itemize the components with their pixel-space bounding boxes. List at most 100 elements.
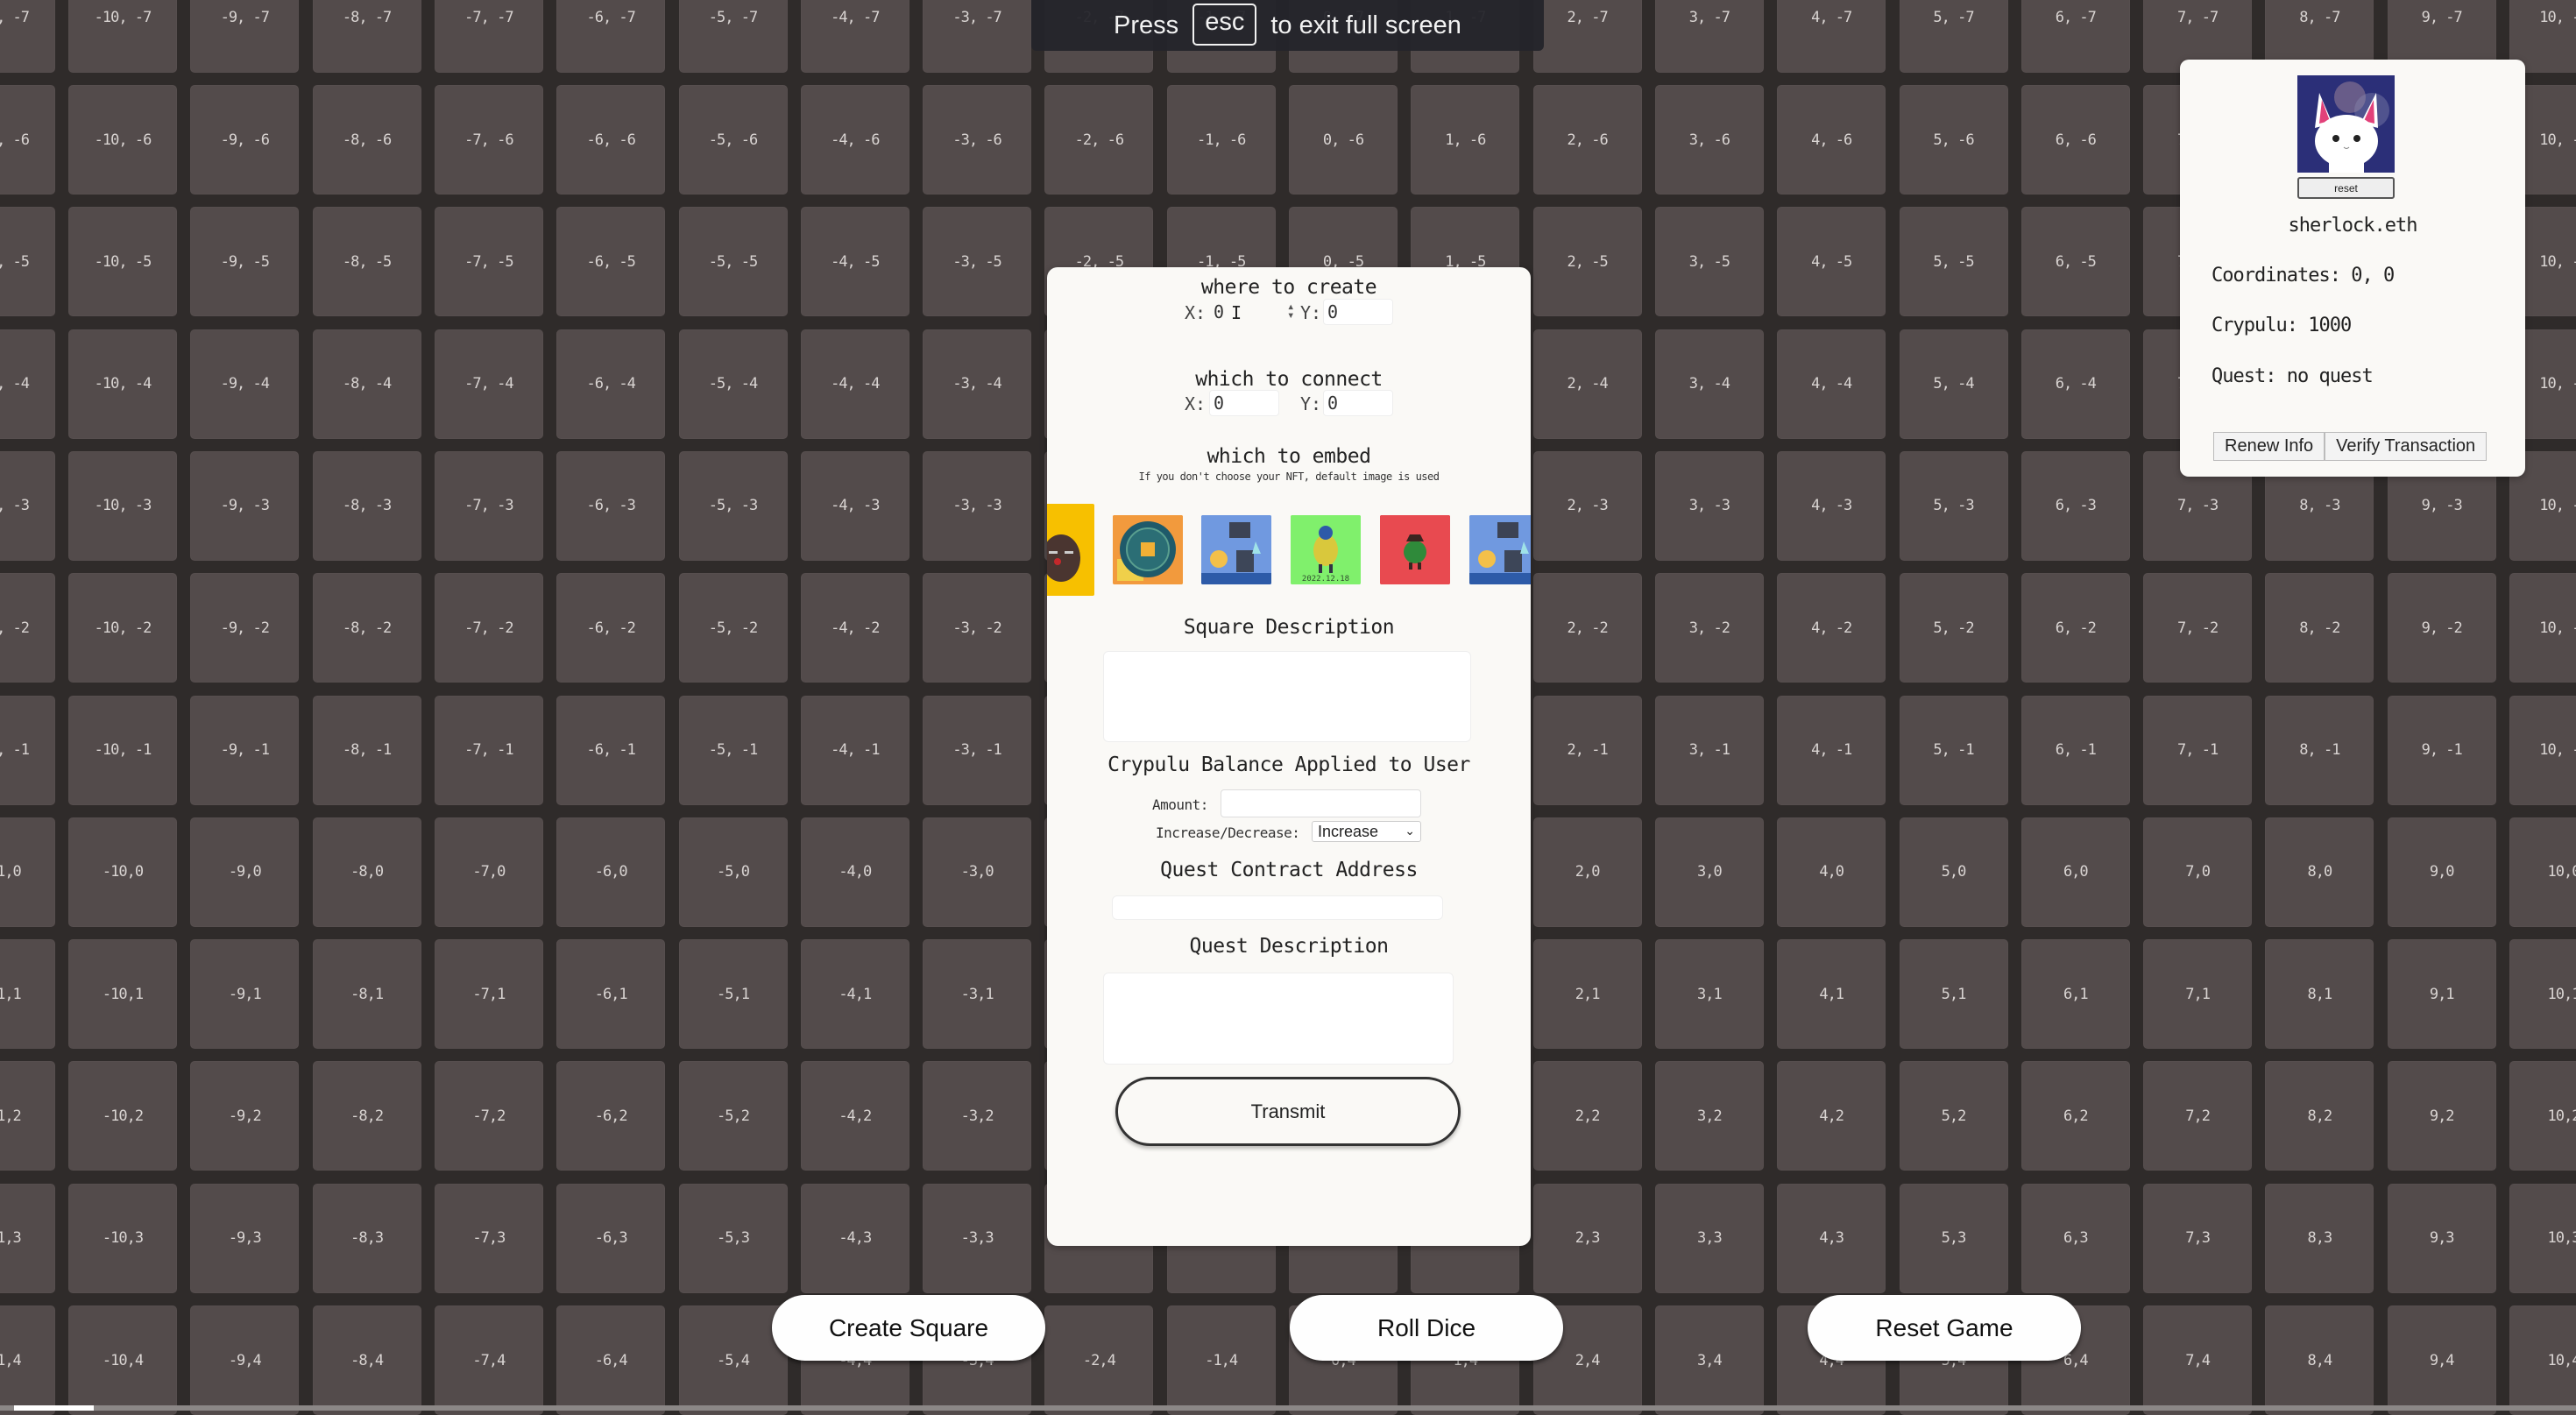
renew-info-button[interactable]: Renew Info	[2213, 432, 2325, 461]
board-tile[interactable]: 8,0	[2265, 817, 2374, 927]
board-tile[interactable]: 9,3	[2387, 1183, 2496, 1293]
board-tile[interactable]: -4, -2	[800, 573, 909, 683]
board-tile[interactable]: 9,4	[2387, 1305, 2496, 1415]
board-tile[interactable]: -11, -4	[0, 329, 55, 439]
board-tile[interactable]: 2, -1	[1532, 695, 1642, 805]
board-tile[interactable]: -4, -7	[800, 0, 909, 73]
board-tile[interactable]: 2,3	[1532, 1183, 1642, 1293]
board-tile[interactable]: -5,3	[678, 1183, 788, 1293]
board-tile[interactable]: -9, -4	[190, 329, 300, 439]
board-tile[interactable]: -8, -6	[312, 85, 421, 195]
board-tile[interactable]: 4, -4	[1777, 329, 1886, 439]
board-tile[interactable]: -5,0	[678, 817, 788, 927]
board-tile[interactable]: 3,2	[1654, 1061, 1764, 1171]
board-tile[interactable]: 6,3	[2020, 1183, 2130, 1293]
board-tile[interactable]: -3, -5	[923, 207, 1032, 317]
board-tile[interactable]: -8, -2	[312, 573, 421, 683]
board-tile[interactable]: -9, -3	[190, 450, 300, 561]
nft-option-coin[interactable]	[1113, 515, 1183, 584]
board-tile[interactable]: 5,3	[1899, 1183, 2008, 1293]
board-tile[interactable]: -4,3	[800, 1183, 909, 1293]
board-tile[interactable]: -7, -6	[434, 85, 543, 195]
board-tile[interactable]: -11, -2	[0, 573, 55, 683]
roll-dice-button[interactable]: Roll Dice	[1290, 1295, 1563, 1361]
increase-decrease-select[interactable]: Increase ⌄	[1312, 821, 1421, 842]
board-tile[interactable]: 5,2	[1899, 1061, 2008, 1171]
board-tile[interactable]: 9, -1	[2387, 695, 2496, 805]
board-tile[interactable]: 3,0	[1654, 817, 1764, 927]
number-spinner-icon[interactable]: ▴ ▾	[1287, 301, 1294, 322]
board-tile[interactable]: -4,2	[800, 1061, 909, 1171]
board-tile[interactable]: -7, -2	[434, 573, 543, 683]
board-tile[interactable]: -5, -3	[678, 450, 788, 561]
connect-x-input[interactable]	[1209, 390, 1279, 416]
board-tile[interactable]: -7,1	[434, 939, 543, 1050]
board-tile[interactable]: -9,2	[190, 1061, 300, 1171]
board-tile[interactable]: -9, -5	[190, 207, 300, 317]
board-tile[interactable]: 8, -2	[2265, 573, 2374, 683]
board-tile[interactable]: -8,4	[312, 1305, 421, 1415]
board-tile[interactable]: 5, -4	[1899, 329, 2008, 439]
where-y-input[interactable]	[1323, 299, 1393, 325]
board-tile[interactable]: -9, -1	[190, 695, 300, 805]
avatar-reset-button[interactable]: reset	[2297, 177, 2395, 199]
board-tile[interactable]: -11, -3	[0, 450, 55, 561]
board-tile[interactable]: 3, -7	[1654, 0, 1764, 73]
board-tile[interactable]: 3, -3	[1654, 450, 1764, 561]
board-tile[interactable]: -6,0	[556, 817, 666, 927]
board-tile[interactable]: 6,0	[2020, 817, 2130, 927]
board-tile[interactable]: 4, -1	[1777, 695, 1886, 805]
nft-option-green-character[interactable]	[1380, 515, 1450, 584]
board-tile[interactable]: 6, -7	[2020, 0, 2130, 73]
board-tile[interactable]: -5, -5	[678, 207, 788, 317]
board-tile[interactable]: 7, -1	[2143, 695, 2253, 805]
board-tile[interactable]: 0, -6	[1289, 85, 1398, 195]
board-tile[interactable]: 2, -4	[1532, 329, 1642, 439]
board-tile[interactable]: 7,4	[2143, 1305, 2253, 1415]
board-tile[interactable]: 2,0	[1532, 817, 1642, 927]
board-tile[interactable]: -10,1	[68, 939, 177, 1050]
board-tile[interactable]: 10, -1	[2509, 695, 2576, 805]
board-tile[interactable]: -3, -2	[923, 573, 1032, 683]
board-tile[interactable]: -11, -5	[0, 207, 55, 317]
board-tile[interactable]: -6, -3	[556, 450, 666, 561]
board-tile[interactable]: 7,0	[2143, 817, 2253, 927]
board-tile[interactable]: 10, -2	[2509, 573, 2576, 683]
board-tile[interactable]: 3, -6	[1654, 85, 1764, 195]
board-tile[interactable]: -10,4	[68, 1305, 177, 1415]
board-tile[interactable]: -2, -6	[1044, 85, 1154, 195]
board-tile[interactable]: -6, -7	[556, 0, 666, 73]
board-tile[interactable]: -1, -6	[1166, 85, 1276, 195]
board-tile[interactable]: -5,4	[678, 1305, 788, 1415]
board-tile[interactable]: -5, -1	[678, 695, 788, 805]
board-tile[interactable]: 8,1	[2265, 939, 2374, 1050]
verify-transaction-button[interactable]: Verify Transaction	[2325, 432, 2488, 461]
board-tile[interactable]: 10,4	[2509, 1305, 2576, 1415]
board-tile[interactable]: -11,2	[0, 1061, 55, 1171]
board-tile[interactable]: -5, -4	[678, 329, 788, 439]
where-x-input[interactable]	[1209, 299, 1284, 325]
board-tile[interactable]: -5,1	[678, 939, 788, 1050]
transmit-button[interactable]: Transmit	[1115, 1077, 1461, 1146]
board-tile[interactable]: 7,3	[2143, 1183, 2253, 1293]
board-tile[interactable]: -6,1	[556, 939, 666, 1050]
board-tile[interactable]: 4,1	[1777, 939, 1886, 1050]
board-tile[interactable]: -8, -3	[312, 450, 421, 561]
board-tile[interactable]: 3,1	[1654, 939, 1764, 1050]
board-tile[interactable]: -6,2	[556, 1061, 666, 1171]
board-tile[interactable]: 7, -2	[2143, 573, 2253, 683]
nft-option-pear-character[interactable]: 2022.12.18	[1291, 515, 1361, 584]
board-tile[interactable]: -6,4	[556, 1305, 666, 1415]
board-tile[interactable]: -3, -4	[923, 329, 1032, 439]
board-tile[interactable]: -6, -5	[556, 207, 666, 317]
board-tile[interactable]: -3, -7	[923, 0, 1032, 73]
board-tile[interactable]: -8,1	[312, 939, 421, 1050]
board-tile[interactable]: -11, -1	[0, 695, 55, 805]
nft-option-brown-blob[interactable]	[1047, 504, 1094, 596]
board-tile[interactable]: 5, -7	[1899, 0, 2008, 73]
board-tile[interactable]: 7,2	[2143, 1061, 2253, 1171]
board-tile[interactable]: -7, -7	[434, 0, 543, 73]
board-tile[interactable]: -11, -6	[0, 85, 55, 195]
board-tile[interactable]: -8,3	[312, 1183, 421, 1293]
board-tile[interactable]: 10,2	[2509, 1061, 2576, 1171]
